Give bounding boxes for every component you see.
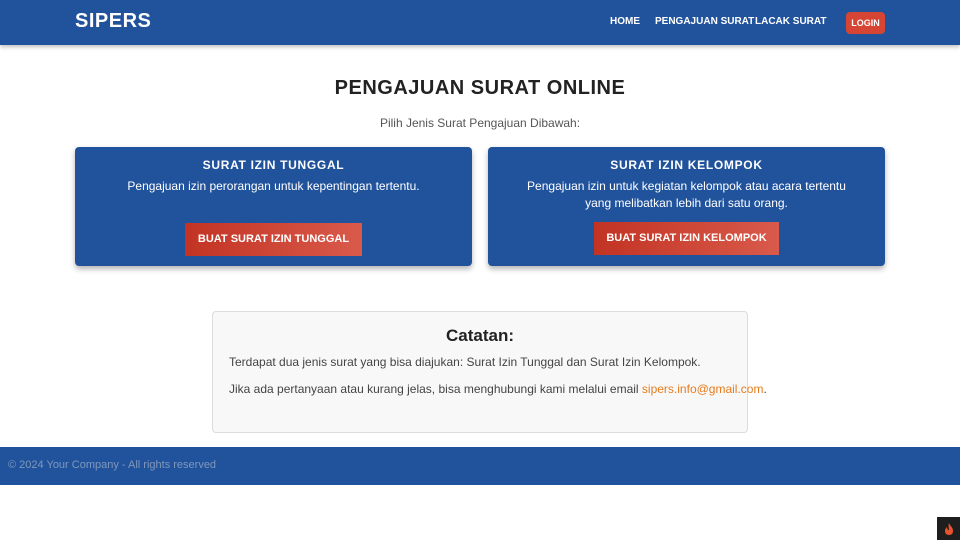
note-box: Catatan: Terdapat dua jenis surat yang b…	[212, 311, 767, 433]
page-title: PENGAJUAN SURAT ONLINE	[334, 77, 626, 99]
note-line-2-text: Jika ada pertanyaan atau kurang jelas, b…	[229, 382, 642, 396]
footer-copyright: © 2024 Your Company - All rights reserve…	[8, 459, 217, 471]
card-izin-tunggal: SURAT IZIN TUNGGAL Pengajuan izin perora…	[75, 147, 472, 266]
nav-pengajuan-surat[interactable]: PENGAJUAN SURAT	[655, 16, 754, 27]
nav-lacak-surat[interactable]: LACAK SURAT	[755, 16, 826, 27]
note-title: Catatan:	[445, 326, 514, 345]
card-description: Pengajuan izin untuk kegiatan kelompok a…	[527, 179, 846, 210]
note-line-2-suffix: .	[763, 382, 767, 396]
nav-home[interactable]: HOME	[610, 16, 640, 27]
note-line-1: Terdapat dua jenis surat yang bisa diaju…	[229, 355, 701, 369]
navbar: SIPERS HOME PENGAJUAN SURAT LACAK SURAT …	[0, 0, 960, 45]
login-button[interactable]: LOGIN	[846, 12, 885, 34]
buat-surat-tunggal-button[interactable]: BUAT SURAT IZIN TUNGGAL	[185, 223, 362, 256]
card-title: SURAT IZIN TUNGGAL	[202, 158, 345, 172]
flame-icon	[944, 522, 953, 535]
brand-logo[interactable]: SIPERS	[75, 10, 151, 33]
page-subtitle: Pilih Jenis Surat Pengajuan Dibawah:	[379, 116, 581, 130]
corner-badge[interactable]	[937, 517, 960, 540]
footer: © 2024 Your Company - All rights reserve…	[0, 447, 960, 485]
email-link[interactable]: sipers.info@gmail.com	[642, 382, 764, 396]
buat-surat-kelompok-button[interactable]: BUAT SURAT IZIN KELOMPOK	[594, 222, 779, 255]
card-izin-kelompok: SURAT IZIN KELOMPOK Pengajuan izin untuk…	[488, 147, 885, 266]
card-description: Pengajuan izin perorangan untuk kepentin…	[127, 179, 420, 193]
card-title: SURAT IZIN KELOMPOK	[610, 158, 763, 172]
note-line-2: Jika ada pertanyaan atau kurang jelas, b…	[229, 382, 767, 396]
